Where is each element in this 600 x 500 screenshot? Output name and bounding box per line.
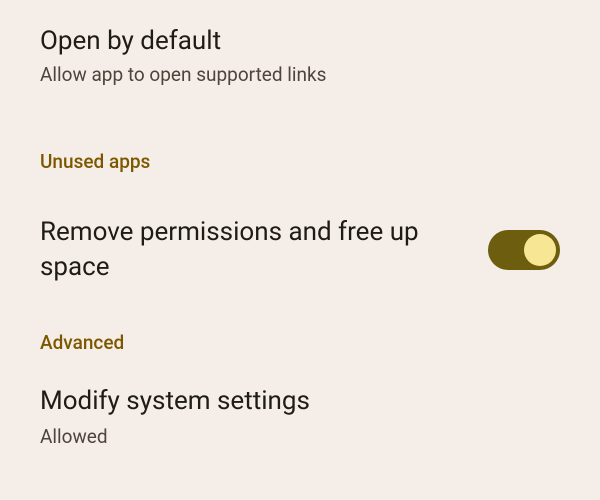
remove-permissions-text: Remove permissions and free up space (40, 215, 488, 285)
modify-system-row[interactable]: Modify system settings Allowed (0, 354, 600, 448)
remove-permissions-toggle[interactable] (488, 230, 560, 270)
remove-permissions-title: Remove permissions and free up space (40, 215, 440, 285)
open-by-default-text: Open by default Allow app to open suppor… (40, 24, 560, 86)
section-header-unused-apps: Unused apps (0, 112, 600, 173)
modify-system-title: Modify system settings (40, 384, 560, 419)
open-by-default-subtitle: Allow app to open supported links (40, 63, 560, 86)
toggle-thumb (524, 234, 556, 266)
section-header-advanced: Advanced (0, 285, 600, 354)
remove-permissions-row[interactable]: Remove permissions and free up space (0, 173, 600, 285)
modify-system-subtitle: Allowed (40, 425, 560, 448)
open-by-default-row[interactable]: Open by default Allow app to open suppor… (0, 0, 600, 112)
open-by-default-title: Open by default (40, 24, 560, 59)
